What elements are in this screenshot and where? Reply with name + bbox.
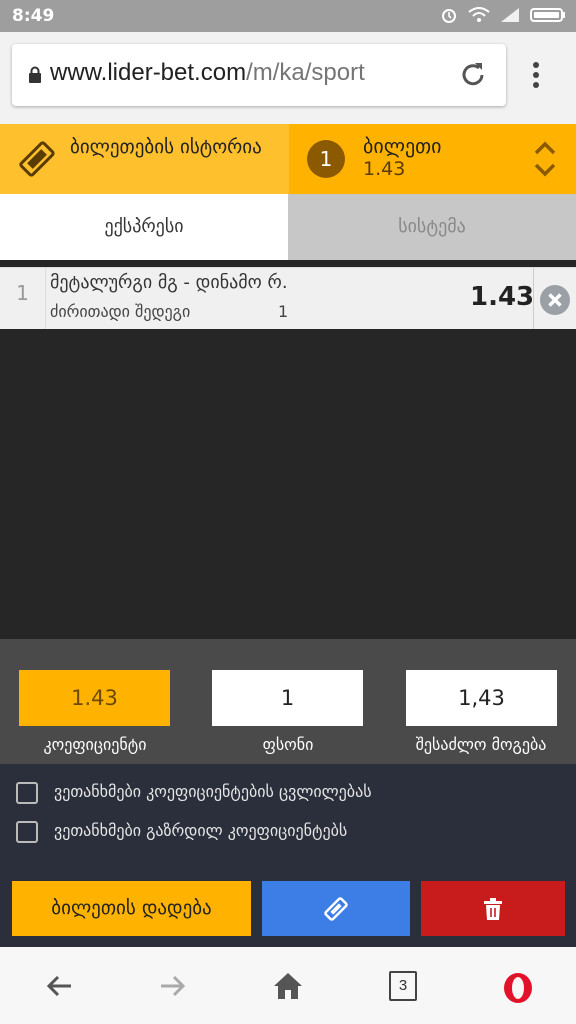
ticket-count-badge: 1 [307,140,345,178]
trash-icon [484,897,502,920]
edit-ticket-button[interactable] [262,881,410,936]
home-icon[interactable] [272,971,304,1001]
ticket-toggle-button[interactable]: 1 ბილეთი 1.43 [289,124,576,194]
empty-area [0,329,576,639]
tab-system[interactable]: სისტემა [288,194,576,260]
possible-win-label: შესაძლო მოგება [415,735,547,754]
ticket-icon [19,141,55,177]
tabs-button[interactable]: 3 [389,971,417,1001]
ticket-actions: ბილეთის დადება [0,870,576,947]
signal-icon [501,8,519,22]
address-bar[interactable]: www.lider-bet.com/m/ka/sport [12,44,506,106]
chevron-up-down-icon[interactable] [533,140,557,178]
tabs-count: 3 [389,971,417,1001]
back-arrow-icon[interactable] [44,971,74,1001]
total-odds-value: 1.43 [19,670,170,726]
accept-odds-change-checkbox[interactable] [16,782,38,804]
total-odds-label: კოეფიციენტი [43,735,147,754]
status-icons [440,6,566,24]
lock-icon [29,66,41,83]
bet-match-name: მეტალურგი მგ - დინამო რ. [50,272,288,293]
ticket-history-label: ბილეთების ისტორია [70,136,262,158]
divider [533,268,534,330]
stake-input[interactable]: 1 [212,670,363,726]
accept-odds-change-label: ვეთანხმები კოეფიციენტების ცვლილებას [54,782,372,801]
bet-row: 1 მეტალურგი მგ - დინამო რ. ძირითადი შედე… [0,267,576,330]
place-bet-button[interactable]: ბილეთის დადება [12,881,251,936]
forward-arrow-icon[interactable] [158,971,188,1001]
bet-summary: 1.43 1 1,43 კოეფიციენტი ფსონი შესაძლო მო… [0,639,576,764]
agreements: ვეთანხმები კოეფიციენტების ცვლილებას ვეთა… [0,764,576,870]
alarm-icon [442,9,456,23]
ticket-icon [324,896,348,921]
ticket-title: ბილეთი [363,134,442,158]
tab-express[interactable]: ექსპრესი [0,194,288,260]
url-text[interactable]: www.lider-bet.com/m/ka/sport [50,59,365,87]
status-time: 8:49 [12,6,55,26]
ticket-total-odds: 1.43 [363,158,406,180]
browser-toolbar: www.lider-bet.com/m/ka/sport [0,32,576,124]
ticket-header: ბილეთების ისტორია 1 ბილეთი 1.43 [0,124,576,194]
bet-market: ძირითადი შედეგი [50,302,191,321]
accept-increased-odds-checkbox[interactable] [16,821,38,843]
more-vert-icon[interactable] [532,62,540,88]
possible-win-value: 1,43 [406,670,557,726]
bet-type-tabs: ექსპრესი სისტემა [0,194,576,260]
status-bar: 8:49 [0,0,576,32]
accept-increased-odds-label: ვეთანხმები გაზრდილ კოეფიციენტებს [54,821,348,840]
wifi-icon [468,7,490,22]
url-path: /m/ka/sport [246,59,365,86]
url-domain: www.lider-bet.com [50,59,247,86]
battery-icon [530,8,565,22]
reload-icon[interactable] [458,60,488,90]
delete-ticket-button[interactable] [421,881,565,936]
stake-label: ფსონი [262,735,314,754]
bet-odds: 1.43 [470,282,535,312]
bet-pick: 1 [278,302,289,321]
ticket-history-button[interactable]: ბილეთების ისტორია [0,124,289,194]
browser-nav-bar: 3 [0,947,576,1024]
bet-number: 1 [0,268,46,330]
opera-logo-icon[interactable] [502,971,534,1005]
close-circle-icon[interactable] [540,285,570,315]
